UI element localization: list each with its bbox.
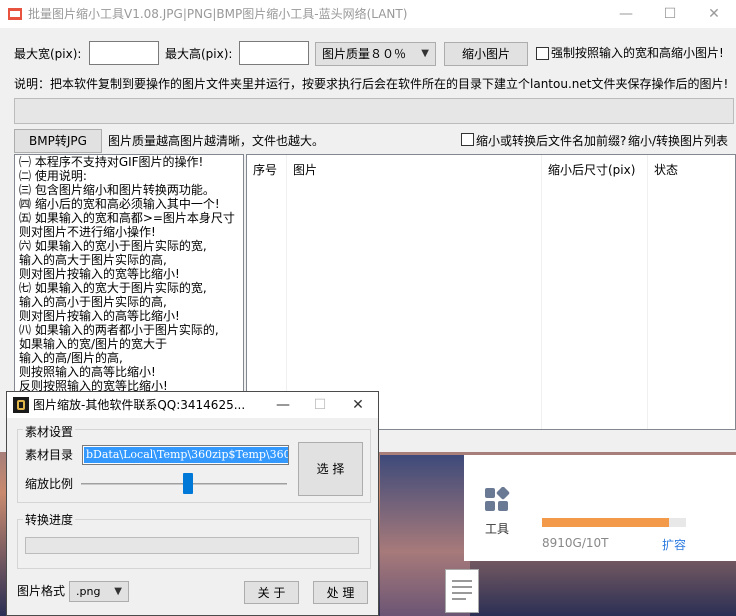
- format-select[interactable]: .png ▼: [69, 581, 129, 602]
- help-line: ㈦ 如果输入的宽大于图片实际的宽,: [19, 281, 207, 295]
- max-width-input[interactable]: [89, 41, 159, 65]
- help-line: ㈠ 本程序不支持对GIF图片的操作!: [19, 155, 204, 169]
- max-width-label: 最大宽(pix):: [14, 47, 82, 61]
- format-select-value: .png: [76, 585, 101, 598]
- help-line: 输入的高大于图片实际的高,: [19, 253, 167, 267]
- prefix-label: 缩小或转换后文件名加前缀?: [476, 134, 627, 148]
- max-height-label: 最大高(pix):: [165, 47, 233, 61]
- bmp-to-jpg-button[interactable]: BMP转JPG: [14, 129, 102, 153]
- dialog-app-icon: [13, 397, 29, 413]
- conversion-progress-bar: [25, 537, 359, 554]
- help-line: ㈥ 如果输入的宽小于图片实际的宽,: [19, 239, 207, 253]
- quality-note-text: 图片质量越高图片越清晰，文件也越大。: [108, 134, 325, 148]
- prefix-checkbox[interactable]: [461, 133, 474, 146]
- scale-dialog: 图片缩放-其他软件联系QQ:3414625... — ☐ ✕ 素材设置 素材目录…: [6, 391, 379, 616]
- column-divider: [541, 155, 542, 429]
- storage-usage-fill: [542, 518, 669, 527]
- maximize-button[interactable]: ☐: [648, 0, 692, 28]
- help-line: 则对图片按输入的宽等比缩小!: [19, 267, 180, 281]
- help-line: ㈧ 如果输入的两者都小于图片实际的,: [19, 323, 219, 337]
- shrink-images-button[interactable]: 缩小图片: [444, 42, 528, 66]
- about-button[interactable]: 关 于: [244, 581, 299, 604]
- max-height-input[interactable]: [239, 41, 309, 65]
- dir-label: 素材目录: [25, 448, 74, 462]
- help-line: ㈣ 缩小后的宽和高必须输入其中一个!: [19, 197, 220, 211]
- column-header-status[interactable]: 状态: [648, 155, 735, 185]
- material-settings-label: 素材设置: [23, 422, 76, 442]
- minimize-button[interactable]: —: [604, 0, 648, 28]
- apps-grid-icon[interactable]: [484, 487, 510, 513]
- main-titlebar[interactable]: 批量图片缩小工具V1.08.JPG|PNG|BMP图片缩小工具-蓝头网络(LAN…: [0, 0, 736, 28]
- help-textbox[interactable]: ㈠ 本程序不支持对GIF图片的操作! ㈡ 使用说明: ㈢ 包含图片缩小和图片转换两功…: [14, 154, 244, 398]
- force-size-checkbox[interactable]: [536, 47, 549, 60]
- quality-select-value: 图片质量８０％: [322, 47, 407, 61]
- app-icon: [8, 8, 22, 20]
- help-line: 则按照输入的高等比缩小!: [19, 365, 156, 379]
- help-line: 则对图片按输入的高等比缩小!: [19, 309, 180, 323]
- column-divider: [647, 155, 648, 429]
- column-header-index[interactable]: 序号: [247, 155, 287, 185]
- progress-group-label: 转换进度: [23, 510, 76, 530]
- description-text: 说明：把本软件复制到要操作的图片文件夹里并运行，按要求执行后会在软件所在的目录下…: [14, 77, 729, 91]
- list-title-link[interactable]: 缩小/转换图片列表: [628, 131, 728, 151]
- chevron-down-icon: ▼: [114, 586, 122, 597]
- format-label: 图片格式: [17, 584, 66, 598]
- quality-select[interactable]: 图片质量８０％ ▼: [315, 42, 436, 66]
- storage-usage-bar: [542, 518, 686, 527]
- close-button[interactable]: ✕: [692, 0, 736, 28]
- help-line: ㈡ 使用说明:: [19, 169, 87, 183]
- force-size-label: 强制按照输入的宽和高缩小图片!: [551, 46, 724, 60]
- chevron-down-icon: ▼: [421, 48, 429, 59]
- column-header-image[interactable]: 图片: [287, 155, 542, 185]
- help-line: 则对图片不进行缩小操作!: [19, 225, 156, 239]
- dialog-title: 图片缩放-其他软件联系QQ:3414625...: [33, 398, 246, 412]
- help-line: 输入的高小于图片实际的高,: [19, 295, 167, 309]
- help-line: 如果输入的宽/图片的宽大于: [19, 337, 168, 351]
- dialog-minimize-button[interactable]: —: [264, 392, 302, 418]
- main-progress-bar: [14, 98, 734, 124]
- choose-button[interactable]: 选 择: [298, 442, 363, 496]
- image-list-view[interactable]: 序号 图片 缩小后尺寸(pix) 状态: [246, 154, 736, 430]
- tools-label[interactable]: 工具: [485, 520, 509, 537]
- dialog-close-button[interactable]: ✕: [339, 392, 377, 418]
- dialog-maximize-button[interactable]: ☐: [301, 392, 339, 418]
- storage-usage-text: 8910G/10T: [542, 536, 609, 550]
- main-window: 批量图片缩小工具V1.08.JPG|PNG|BMP图片缩小工具-蓝头网络(LAN…: [0, 0, 736, 452]
- material-dir-input[interactable]: bData\Local\Temp\360zip$Temp\360$3: [82, 445, 289, 465]
- scale-label: 缩放比例: [25, 477, 74, 491]
- column-divider: [286, 155, 287, 429]
- column-header-size[interactable]: 缩小后尺寸(pix): [542, 155, 648, 185]
- help-line: ㈢ 包含图片缩小和图片转换两功能。: [19, 183, 215, 197]
- main-window-title: 批量图片缩小工具V1.08.JPG|PNG|BMP图片缩小工具-蓝头网络(LAN…: [28, 7, 408, 21]
- process-button[interactable]: 处 理: [313, 581, 368, 604]
- help-line: 输入的高/图片的高,: [19, 351, 123, 365]
- help-line: ㈤ 如果输入的宽和高都>=图片本身尺寸: [19, 211, 235, 225]
- material-dir-value: bData\Local\Temp\360zip$Temp\360$3: [84, 447, 288, 463]
- scale-slider-thumb[interactable]: [182, 473, 193, 494]
- dialog-titlebar[interactable]: 图片缩放-其他软件联系QQ:3414625... — ☐ ✕: [7, 392, 378, 418]
- document-file-icon[interactable]: [445, 569, 479, 613]
- expand-storage-link[interactable]: 扩容: [662, 536, 686, 553]
